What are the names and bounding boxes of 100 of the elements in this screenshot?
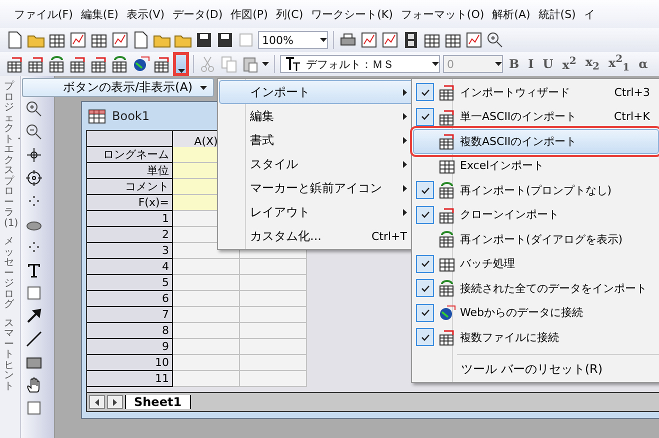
menu-item[interactable]: 列(C) (272, 6, 308, 22)
target-icon[interactable] (25, 169, 43, 187)
menu-item[interactable]: 編集(E) (76, 6, 122, 22)
import-table-icon[interactable] (6, 55, 24, 73)
connect-icon[interactable] (111, 55, 129, 73)
caret-icon[interactable] (262, 62, 269, 66)
text-tool-icon[interactable] (25, 261, 43, 279)
menu-item[interactable]: 解析(A) (488, 6, 534, 22)
menu-item[interactable]: 単一ASCIIのインポート Ctrl+K (413, 104, 659, 129)
format-button[interactable]: α (636, 57, 651, 71)
globe-icon[interactable] (132, 55, 150, 73)
next-sheet-button[interactable] (107, 395, 123, 409)
table-cell[interactable] (173, 291, 240, 307)
side-tab[interactable]: スマートヒント (0, 318, 18, 392)
menu-item[interactable]: スタイル (219, 152, 414, 176)
table-cell[interactable] (173, 339, 240, 355)
checkbox[interactable] (416, 254, 434, 273)
table-cell[interactable] (240, 339, 307, 355)
table-cell[interactable] (240, 259, 307, 275)
table-cell[interactable] (240, 307, 307, 323)
line-icon[interactable] (25, 330, 43, 348)
menu-item[interactable]: Excelインポート (413, 154, 659, 178)
graph-icon[interactable] (360, 31, 378, 49)
corner-cell[interactable] (87, 131, 173, 147)
menu-item[interactable]: バッチ処理 (413, 252, 659, 276)
menu-item[interactable]: データ(D) (168, 6, 227, 22)
table-cell[interactable] (240, 291, 307, 307)
menu-item[interactable]: 統計(S) (534, 6, 580, 22)
arrow-icon[interactable] (25, 307, 43, 325)
menu-item[interactable]: 再インポート(プロンプトなし) (413, 178, 659, 202)
new-page-icon[interactable] (6, 31, 24, 49)
menu-item[interactable]: 編集 (219, 104, 414, 128)
table-cell[interactable] (173, 355, 240, 371)
format-button[interactable]: B (506, 57, 522, 71)
graph-icon[interactable] (111, 31, 129, 49)
menu-item[interactable]: インポートウィザード Ctrl+3 (413, 80, 659, 104)
menu-item[interactable]: フォーマット(O) (396, 6, 488, 22)
font-icon (284, 55, 302, 73)
save-icon[interactable] (195, 31, 213, 49)
show-hide-buttons-menu-item[interactable]: ボタンの表示/非表示(A) (22, 78, 214, 97)
table-cell[interactable] (173, 371, 240, 387)
menu-item[interactable]: 作図(P) (226, 6, 272, 22)
menu-item[interactable]: ワークシート(K) (307, 6, 397, 22)
zoom-in-icon[interactable] (25, 100, 43, 118)
graph-icon[interactable] (465, 31, 483, 49)
table-cell[interactable] (240, 323, 307, 339)
zoom-combo[interactable]: 100% (258, 31, 328, 49)
menu-item[interactable]: ツール バーのリセット(R) (413, 358, 659, 380)
menu-item[interactable]: インポート (219, 80, 414, 104)
menu-item[interactable]: 接続された全てのデータをインポート (413, 276, 659, 300)
toolbar-options-button[interactable] (174, 53, 188, 75)
graph-icon[interactable] (69, 31, 87, 49)
sheet-tab[interactable]: Sheet1 (125, 395, 191, 409)
table-cell[interactable] (173, 307, 240, 323)
menu-item[interactable]: 表示(V) (122, 6, 169, 22)
checkbox[interactable] (416, 279, 434, 298)
menu-item[interactable]: マーカーと鋲前アイコン (219, 176, 414, 200)
save-icon[interactable] (216, 31, 234, 49)
caret-icon (200, 86, 207, 90)
caret-icon (178, 69, 184, 73)
format-button[interactable]: I (525, 57, 537, 71)
row-number: 9 (87, 339, 173, 355)
check-icon (420, 211, 430, 218)
menu-item[interactable]: 複数ファイルに接続 (413, 325, 659, 350)
table-cell[interactable] (173, 275, 240, 291)
checkbox[interactable] (416, 83, 434, 102)
table-cell[interactable] (173, 323, 240, 339)
zoom-icon[interactable] (486, 31, 504, 49)
font-combo[interactable]: デフォルト：ＭＳ (280, 55, 440, 73)
format-button[interactable]: x$_{2}$ (582, 55, 602, 73)
menu-item[interactable]: ファイル(F) (10, 6, 77, 22)
format-button[interactable]: x$^{2}$ (559, 56, 580, 72)
import-table-icon[interactable] (27, 55, 45, 73)
previous-sheet-button[interactable] (89, 395, 105, 409)
menu-item[interactable]: イ (580, 6, 599, 22)
checkbox[interactable] (416, 206, 434, 224)
format-button[interactable]: U (540, 57, 556, 71)
checkbox[interactable] (416, 304, 434, 322)
paste-icon[interactable] (241, 55, 259, 73)
zoom-out-icon[interactable] (25, 123, 43, 141)
crosshair-icon[interactable] (25, 146, 43, 164)
checkbox[interactable] (416, 108, 434, 126)
check-icon (420, 309, 430, 316)
left-triangle-icon (95, 398, 99, 406)
checkbox[interactable] (416, 328, 434, 346)
side-tab[interactable]: プロジェクト・エクスプローラ(1) (0, 82, 18, 229)
menu-item[interactable]: カスタム化... Ctrl+T (219, 224, 414, 248)
table-cell[interactable] (240, 371, 307, 387)
menu-item[interactable]: Webからのデータに接続 (413, 300, 659, 325)
graph-icon[interactable] (381, 31, 399, 49)
side-tab[interactable]: メッセージログ (0, 237, 18, 310)
film-icon[interactable] (402, 31, 420, 49)
checkbox[interactable] (416, 181, 434, 200)
menu-item[interactable]: クローンインポート (413, 202, 659, 227)
menu-item[interactable]: レイアウト (219, 200, 414, 224)
table-cell[interactable] (240, 275, 307, 291)
table-cell[interactable] (240, 355, 307, 371)
table-cell[interactable] (173, 259, 240, 275)
reimport-table-icon[interactable] (48, 55, 66, 73)
menu-item[interactable]: 再インポート(ダイアログを表示) (413, 227, 659, 252)
